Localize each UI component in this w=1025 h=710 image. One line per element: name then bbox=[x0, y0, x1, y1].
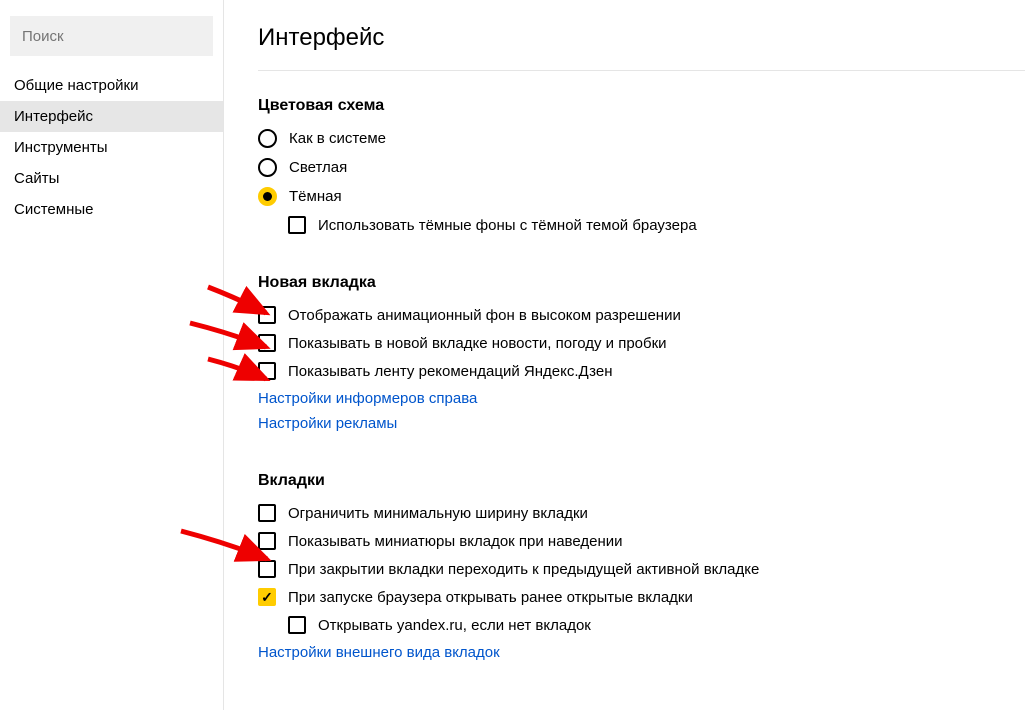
content-area: Интерфейс Цветовая схема Как в системе С… bbox=[224, 0, 1025, 710]
radio-icon bbox=[258, 129, 277, 148]
page-title: Интерфейс bbox=[258, 24, 1025, 71]
section-tabs: Вкладки Ограничить минимальную ширину вк… bbox=[258, 472, 1025, 661]
checkbox-label: При запуске браузера открывать ранее отк… bbox=[288, 589, 693, 606]
search-input[interactable] bbox=[22, 28, 201, 45]
checkbox-icon bbox=[258, 306, 276, 324]
checkbox-icon bbox=[258, 560, 276, 578]
checkbox-row-zen-feed[interactable]: Показывать ленту рекомендаций Яндекс.Дзе… bbox=[258, 362, 1025, 380]
radio-row-dark[interactable]: Тёмная bbox=[258, 187, 1025, 206]
section-title-new-tab: Новая вкладка bbox=[258, 274, 1025, 292]
radio-row-system[interactable]: Как в системе bbox=[258, 129, 1025, 148]
checkbox-icon bbox=[258, 362, 276, 380]
checkbox-label: Ограничить минимальную ширину вкладки bbox=[288, 505, 588, 522]
checkbox-row-news-weather[interactable]: Показывать в новой вкладке новости, пого… bbox=[258, 334, 1025, 352]
link-tab-appearance-settings[interactable]: Настройки внешнего вида вкладок bbox=[258, 644, 500, 661]
sidebar-item-sites[interactable]: Сайты bbox=[0, 163, 223, 194]
radio-icon-selected bbox=[258, 187, 277, 206]
sidebar-item-general[interactable]: Общие настройки bbox=[0, 70, 223, 101]
checkbox-icon-checked bbox=[258, 588, 276, 606]
radio-label: Тёмная bbox=[289, 188, 342, 205]
checkbox-label: При закрытии вкладки переходить к предыд… bbox=[288, 561, 759, 578]
checkbox-row-open-yandex[interactable]: Открывать yandex.ru, если нет вкладок bbox=[288, 616, 1025, 634]
checkbox-icon bbox=[258, 334, 276, 352]
checkbox-row-dark-backgrounds[interactable]: Использовать тёмные фоны с тёмной темой … bbox=[288, 216, 1025, 234]
checkbox-icon bbox=[288, 216, 306, 234]
checkbox-row-animation-bg[interactable]: Отображать анимационный фон в высоком ра… bbox=[258, 306, 1025, 324]
checkbox-label: Открывать yandex.ru, если нет вкладок bbox=[318, 617, 591, 634]
sidebar-item-system[interactable]: Системные bbox=[0, 194, 223, 225]
checkbox-icon bbox=[258, 504, 276, 522]
section-new-tab: Новая вкладка Отображать анимационный фо… bbox=[258, 274, 1025, 432]
checkbox-icon bbox=[288, 616, 306, 634]
radio-row-light[interactable]: Светлая bbox=[258, 158, 1025, 177]
section-title-color-scheme: Цветовая схема bbox=[258, 97, 1025, 115]
checkbox-row-close-prev[interactable]: При закрытии вкладки переходить к предыд… bbox=[258, 560, 1025, 578]
checkbox-label: Использовать тёмные фоны с тёмной темой … bbox=[318, 217, 697, 234]
radio-label: Как в системе bbox=[289, 130, 386, 147]
settings-sidebar: Общие настройки Интерфейс Инструменты Са… bbox=[0, 0, 224, 710]
checkbox-row-restore-tabs[interactable]: При запуске браузера открывать ранее отк… bbox=[258, 588, 1025, 606]
link-informers-settings[interactable]: Настройки информеров справа bbox=[258, 390, 477, 407]
checkbox-row-min-width[interactable]: Ограничить минимальную ширину вкладки bbox=[258, 504, 1025, 522]
section-color-scheme: Цветовая схема Как в системе Светлая Тём… bbox=[258, 97, 1025, 234]
radio-icon bbox=[258, 158, 277, 177]
checkbox-icon bbox=[258, 532, 276, 550]
link-row: Настройки внешнего вида вкладок bbox=[258, 644, 1025, 661]
checkbox-label: Отображать анимационный фон в высоком ра… bbox=[288, 307, 681, 324]
search-box bbox=[10, 16, 213, 56]
checkbox-label: Показывать в новой вкладке новости, пого… bbox=[288, 335, 667, 352]
checkbox-row-thumbnails[interactable]: Показывать миниатюры вкладок при наведен… bbox=[258, 532, 1025, 550]
checkbox-label: Показывать миниатюры вкладок при наведен… bbox=[288, 533, 623, 550]
section-title-tabs: Вкладки bbox=[258, 472, 1025, 490]
sidebar-item-interface[interactable]: Интерфейс bbox=[0, 101, 223, 132]
nav-list: Общие настройки Интерфейс Инструменты Са… bbox=[0, 70, 223, 225]
link-row: Настройки информеров справа bbox=[258, 390, 1025, 407]
link-row: Настройки рекламы bbox=[258, 415, 1025, 432]
link-ads-settings[interactable]: Настройки рекламы bbox=[258, 415, 397, 432]
checkbox-label: Показывать ленту рекомендаций Яндекс.Дзе… bbox=[288, 363, 613, 380]
sidebar-item-tools[interactable]: Инструменты bbox=[0, 132, 223, 163]
radio-label: Светлая bbox=[289, 159, 347, 176]
